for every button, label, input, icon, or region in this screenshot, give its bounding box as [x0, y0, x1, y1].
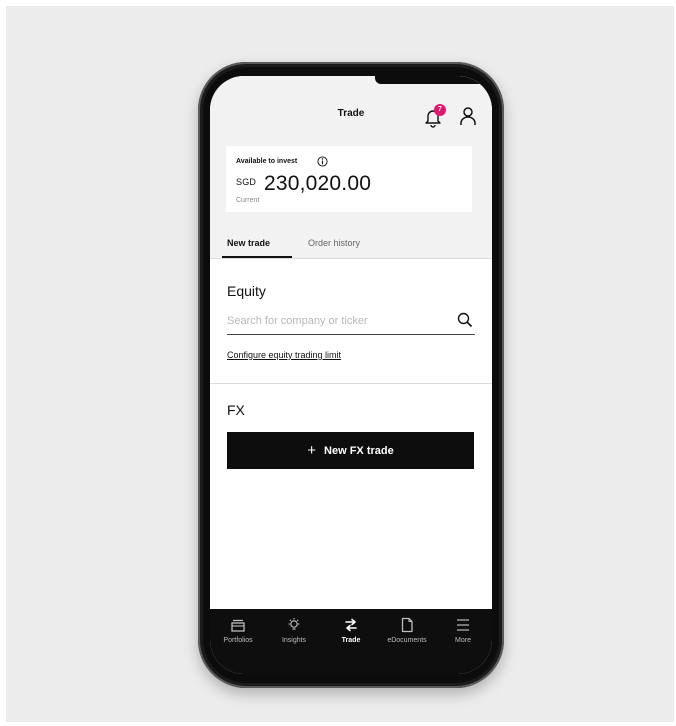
currency-code: SGD	[236, 177, 257, 187]
search-icon[interactable]	[457, 312, 473, 328]
nav-label-more: More	[455, 637, 471, 644]
balance-status: Current	[236, 197, 260, 204]
balance-card: Available to invest SGD 230,020.00 Curre…	[226, 146, 472, 212]
equity-heading: Equity	[227, 283, 266, 299]
new-fx-trade-label: New FX trade	[324, 444, 394, 457]
app-header: Trade 7	[210, 98, 492, 132]
notification-badge: 7	[434, 104, 446, 116]
document-icon	[401, 617, 413, 633]
phone-notch	[375, 76, 492, 84]
nav-item-trade[interactable]: Trade	[323, 617, 379, 644]
trade-tabs: New trade Order history	[210, 232, 492, 259]
nav-item-edocuments[interactable]: eDocuments	[379, 617, 435, 644]
nav-item-more[interactable]: More	[435, 617, 491, 644]
nav-item-portfolios[interactable]: Portfolios	[210, 617, 266, 644]
page-title: Trade	[337, 108, 365, 119]
configure-limit-link[interactable]: Configure equity trading limit	[227, 350, 341, 360]
plus-icon: +	[307, 442, 317, 459]
search-input[interactable]	[227, 313, 447, 329]
profile-icon[interactable]	[459, 106, 477, 126]
info-icon[interactable]	[317, 156, 328, 167]
phone-frame: Trade 7 Available to invest SGD 230,020.…	[198, 62, 504, 688]
swap-arrows-icon	[345, 618, 357, 632]
equity-search	[227, 310, 475, 335]
nav-label-edocuments: eDocuments	[387, 637, 427, 644]
balance-amount: 230,020.00	[264, 172, 372, 195]
menu-icon	[457, 619, 469, 631]
bottom-nav: Portfolios Insights Trade eDocuments Mor…	[210, 609, 492, 674]
lightbulb-icon	[288, 618, 300, 630]
nav-label-insights: Insights	[281, 637, 307, 644]
section-divider	[210, 383, 492, 384]
tab-order-history[interactable]: Order history	[308, 238, 360, 248]
app-screen: Trade 7 Available to invest SGD 230,020.…	[210, 76, 492, 674]
nav-label-portfolios: Portfolios	[223, 637, 253, 644]
active-tab-indicator	[222, 256, 292, 258]
nav-label-trade: Trade	[341, 637, 361, 644]
page-background: Trade 7 Available to invest SGD 230,020.…	[6, 6, 674, 722]
available-label: Available to invest	[236, 158, 298, 165]
nav-item-insights[interactable]: Insights	[266, 617, 322, 644]
fx-heading: FX	[227, 402, 245, 418]
portfolio-icon	[231, 619, 245, 632]
new-fx-trade-button[interactable]: + New FX trade	[227, 432, 474, 469]
tab-new-trade[interactable]: New trade	[227, 238, 270, 248]
